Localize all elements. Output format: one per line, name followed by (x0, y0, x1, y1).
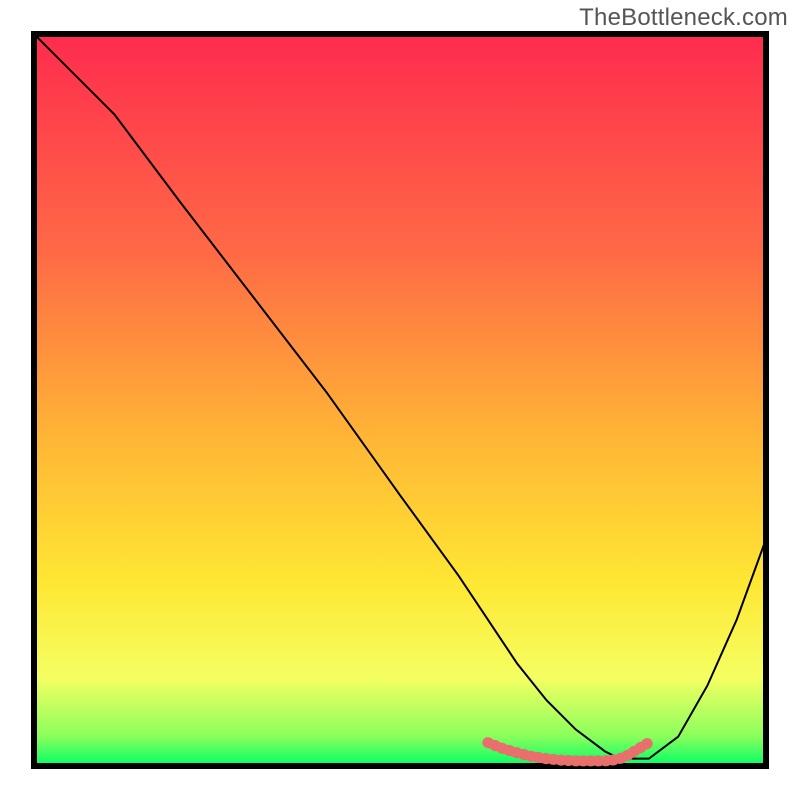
plot-background (34, 34, 766, 766)
bottleneck-chart (0, 0, 800, 800)
watermark-text: TheBottleneck.com (579, 4, 788, 32)
chart-frame: TheBottleneck.com (0, 0, 800, 800)
